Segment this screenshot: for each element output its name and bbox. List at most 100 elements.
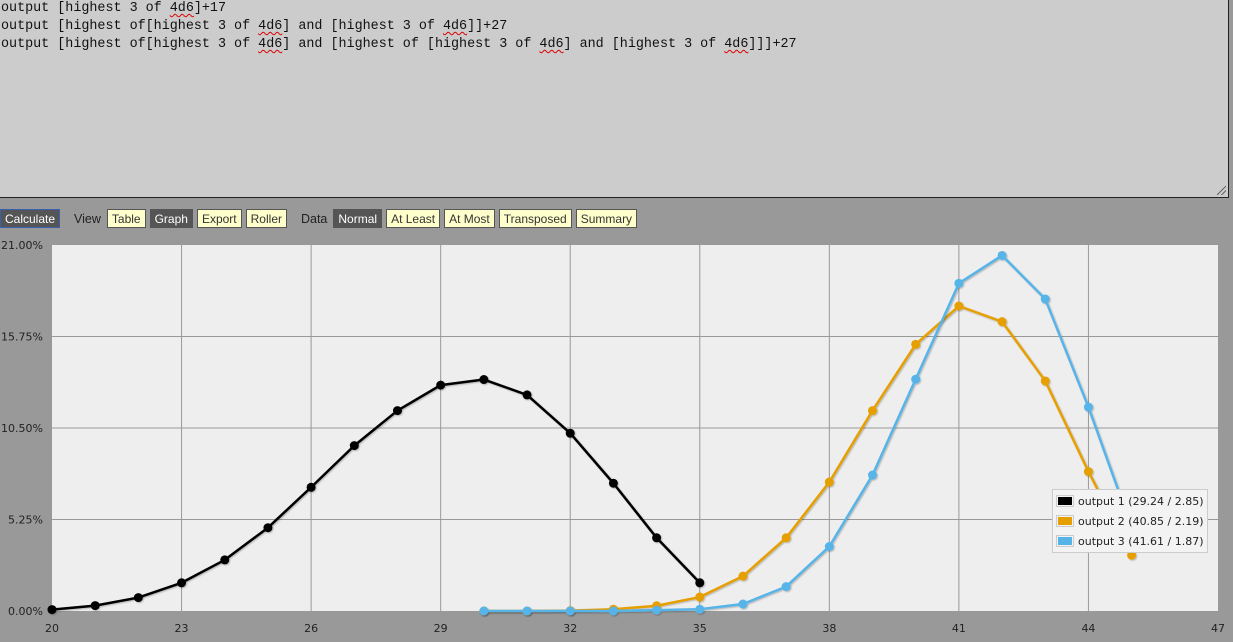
toolbar: Calculate View Table Graph Export Roller Da… xyxy=(0,208,641,229)
data-point xyxy=(90,601,100,611)
data-point xyxy=(738,599,748,609)
legend-swatch xyxy=(1056,495,1074,507)
data-point xyxy=(781,582,791,592)
y-tick-label: 15.75% xyxy=(1,331,43,344)
data-point xyxy=(1040,376,1050,386)
y-tick-label: 0.00% xyxy=(8,605,43,618)
editor-line: output [highest of[highest 3 of 4d6] and… xyxy=(1,36,1228,54)
data-point xyxy=(695,592,705,602)
line-chart: 20 23 26 29 32 35 38 41 44 47 0.00% 5.25% 10.50% 15.7… xyxy=(1,239,1225,635)
data-point xyxy=(392,406,402,416)
editor-text: ]]+27 xyxy=(467,19,508,34)
data-at-least-button[interactable]: At Least xyxy=(386,209,441,228)
x-tick-label: 20 xyxy=(45,622,59,635)
editor-text: ] and [highest 3 of xyxy=(282,19,443,34)
spellcheck-flag: 4d6 xyxy=(724,37,749,52)
chart-area: 20 23 26 29 32 35 38 41 44 47 0.00% 5.25% 10.50% 15.7… xyxy=(0,236,1233,642)
chart-legend: output 1 (29.24 / 2.85) output 2 (40.85 /… xyxy=(1052,489,1208,553)
data-point xyxy=(695,578,705,588)
editor-text: output [highest 3 of xyxy=(1,1,170,16)
data-point xyxy=(695,604,705,614)
data-point xyxy=(47,605,57,615)
spellcheck-flag: 4d6 xyxy=(169,1,194,16)
spellcheck-flag: 4d6 xyxy=(258,19,283,34)
editor-text: ]]]+27 xyxy=(748,37,797,52)
data-point xyxy=(868,406,878,416)
x-tick-label: 26 xyxy=(304,622,318,635)
calculate-button[interactable]: Calculate xyxy=(0,209,61,228)
data-point xyxy=(911,374,921,384)
legend-item: output 3 (41.61 / 1.87) xyxy=(1056,531,1204,551)
legend-swatch xyxy=(1056,515,1074,527)
x-tick-label: 32 xyxy=(563,622,577,635)
legend-label: output 1 (29.24 / 2.85) xyxy=(1078,494,1204,508)
data-label: Data xyxy=(300,211,328,226)
view-export-button[interactable]: Export xyxy=(196,209,242,228)
view-table-button[interactable]: Table xyxy=(106,209,146,228)
y-tick-label: 10.50% xyxy=(1,422,43,435)
data-point xyxy=(954,278,964,288)
data-point xyxy=(997,317,1007,327)
x-tick-label: 23 xyxy=(175,622,189,635)
legend-item: output 2 (40.85 / 2.19) xyxy=(1056,511,1204,531)
data-transposed-button[interactable]: Transposed xyxy=(498,209,572,228)
x-tick-label: 47 xyxy=(1211,622,1225,635)
x-tick-label: 44 xyxy=(1081,622,1095,635)
x-tick-label: 29 xyxy=(434,622,448,635)
editor-line: output [highest 3 of 4d6]+17 xyxy=(1,0,1228,18)
view-roller-button[interactable]: Roller xyxy=(245,209,287,228)
y-tick-label: 5.25% xyxy=(8,514,43,527)
editor-text: output [highest of[highest 3 of xyxy=(1,19,259,34)
data-point xyxy=(608,478,618,488)
editor-line: output [highest of[highest 3 of 4d6] and… xyxy=(1,18,1228,36)
legend-item: output 1 (29.24 / 2.85) xyxy=(1056,491,1204,511)
editor-text: output [highest of[highest 3 of xyxy=(1,37,259,52)
data-point xyxy=(608,606,618,616)
data-point xyxy=(565,606,575,616)
data-point xyxy=(1040,294,1050,304)
data-point xyxy=(565,428,575,438)
data-point xyxy=(220,555,230,565)
data-point xyxy=(479,606,489,616)
data-point xyxy=(954,301,964,311)
legend-swatch xyxy=(1056,535,1074,547)
legend-label: output 2 (40.85 / 2.19) xyxy=(1078,514,1204,528)
data-point xyxy=(738,571,748,581)
y-tick-label: 21.00% xyxy=(1,239,43,252)
spellcheck-flag: 4d6 xyxy=(258,37,283,52)
data-point xyxy=(479,375,489,385)
data-point xyxy=(522,390,532,400)
x-tick-label: 38 xyxy=(822,622,836,635)
view-graph-button[interactable]: Graph xyxy=(149,209,193,228)
data-point xyxy=(911,339,921,349)
editor-text: ] and [highest of [highest 3 of xyxy=(282,37,540,52)
data-point xyxy=(824,477,834,487)
data-summary-button[interactable]: Summary xyxy=(575,209,638,228)
data-point xyxy=(652,605,662,615)
editor-text: ]+17 xyxy=(193,1,227,16)
data-normal-button[interactable]: Normal xyxy=(333,209,383,228)
data-point xyxy=(522,606,532,616)
formula-editor[interactable]: output [highest 3 of 4d6]+17 output [high… xyxy=(0,0,1229,198)
data-point xyxy=(177,578,187,588)
data-at-most-button[interactable]: At Most xyxy=(444,209,495,228)
data-point xyxy=(349,441,359,451)
data-point xyxy=(781,533,791,543)
data-point xyxy=(824,542,834,552)
data-point xyxy=(133,593,143,603)
data-point xyxy=(997,250,1007,260)
view-label: View xyxy=(74,211,101,226)
data-point xyxy=(306,482,316,492)
data-point xyxy=(1083,402,1093,412)
x-tick-label: 35 xyxy=(693,622,707,635)
legend-label: output 3 (41.61 / 1.87) xyxy=(1078,534,1204,548)
data-point xyxy=(1083,467,1093,477)
data-point xyxy=(868,470,878,480)
editor-text: ] and [highest 3 of xyxy=(563,37,725,52)
x-tick-label: 41 xyxy=(952,622,966,635)
data-point xyxy=(263,523,273,533)
data-point xyxy=(436,380,446,390)
spellcheck-flag: 4d6 xyxy=(442,19,468,34)
data-point xyxy=(652,533,662,543)
resize-grip-icon[interactable] xyxy=(1217,186,1226,195)
